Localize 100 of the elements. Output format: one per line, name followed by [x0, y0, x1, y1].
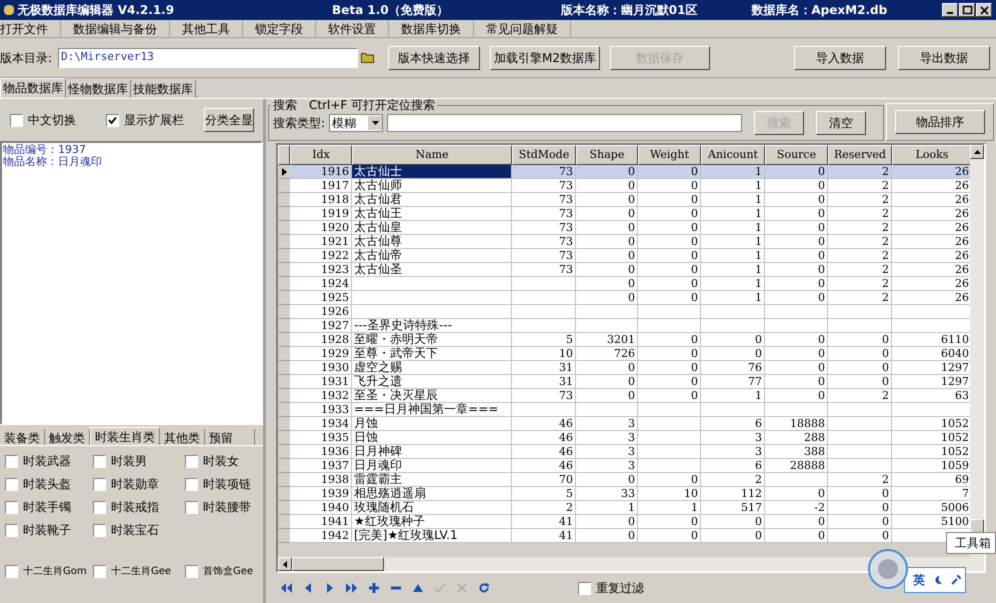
- menu-item[interactable]: 软件设置: [316, 20, 389, 38]
- column-header[interactable]: Shape: [576, 145, 638, 165]
- checkbox[interactable]: [93, 565, 106, 578]
- checkbox[interactable]: [10, 114, 23, 126]
- menu-item[interactable]: 数据库切换: [389, 20, 474, 38]
- window-title: 无极数据库编辑器 V4.2.1.9: [18, 2, 176, 19]
- table-row[interactable]: 1939 相思殇逍遥扇 5 33 10 112 0 0 7: [278, 487, 970, 501]
- tab[interactable]: 其他类: [160, 429, 205, 445]
- plus-icon[interactable]: [366, 580, 382, 596]
- checkbox[interactable]: [185, 478, 198, 490]
- checkbox-label: 时装男: [111, 453, 147, 470]
- tooltip: 工具箱: [946, 532, 996, 554]
- table-cell: 0: [576, 529, 638, 543]
- table-row[interactable]: 1923 太古仙圣 73 0 0 1 0 2 26: [278, 263, 970, 277]
- table-row[interactable]: 1917 太古仙师 73 0 0 1 0 2 26: [278, 179, 970, 193]
- checkbox-label: 时装女: [203, 453, 239, 470]
- close-icon[interactable]: [976, 3, 992, 17]
- table-row[interactable]: 1932 至圣・决灭星辰 73 0 0 1 0 2 63: [278, 389, 970, 403]
- table-row[interactable]: 1926: [278, 305, 970, 319]
- table-cell: 太古仙士: [352, 165, 512, 179]
- input-method-bar[interactable]: 英: [904, 567, 966, 593]
- checkbox[interactable]: [578, 582, 591, 594]
- checkbox-label: 首饰盒Gee: [203, 564, 254, 579]
- horizontal-scrollbar[interactable]: [278, 557, 984, 571]
- column-header[interactable]: Anicount: [701, 145, 765, 165]
- table-row[interactable]: 1921 太古仙尊 73 0 0 1 0 2 26: [278, 235, 970, 249]
- table-row[interactable]: 1934 月蚀 46 3 6 18888 1052: [278, 417, 970, 431]
- scroll-up-icon[interactable]: [970, 145, 984, 159]
- search-type-dropdown[interactable]: 模糊: [329, 114, 384, 132]
- button[interactable]: 导出数据: [898, 46, 990, 70]
- checkbox[interactable]: [93, 500, 106, 514]
- button[interactable]: 版本快速选择: [388, 46, 480, 70]
- checkbox[interactable]: [93, 478, 106, 490]
- tab[interactable]: 时装生肖类: [90, 427, 160, 445]
- checkbox[interactable]: [185, 500, 198, 514]
- table-row[interactable]: 1927 ---圣界史诗特殊---: [278, 319, 970, 333]
- table-row[interactable]: 1925 0 0 1 0 2 26: [278, 291, 970, 305]
- table-row[interactable]: 1922 太古仙帝 73 0 0 1 0 2 26: [278, 249, 970, 263]
- directory-field[interactable]: D:\Mirserver13: [58, 48, 358, 68]
- table-row[interactable]: 1938 雷霆霸主 70 0 0 2 2 69: [278, 473, 970, 487]
- table-row[interactable]: 1919 太古仙王 73 0 0 1 0 2 26: [278, 207, 970, 221]
- scroll-thumb[interactable]: [970, 519, 984, 533]
- checkbox[interactable]: [5, 524, 18, 536]
- menu-item[interactable]: 打开文件: [0, 20, 61, 38]
- button[interactable]: 清空: [816, 111, 866, 135]
- tab[interactable]: 装备类: [0, 429, 45, 445]
- scroll-thumb[interactable]: [292, 557, 384, 571]
- table-row[interactable]: 1930 虚空之赐 31 0 0 76 0 0 1297: [278, 361, 970, 375]
- checkbox[interactable]: [185, 565, 198, 578]
- checkbox-label: 时装靴子: [23, 522, 71, 539]
- tab[interactable]: 物品数据库: [0, 78, 66, 98]
- tab[interactable]: 怪物数据库: [66, 80, 131, 98]
- tab[interactable]: 技能数据库: [131, 80, 196, 98]
- menu-item[interactable]: 锁定字段: [243, 20, 316, 38]
- minimize-icon[interactable]: [942, 3, 958, 17]
- table-row[interactable]: 1940 玫瑰随机石 2 1 1 517 -2 0 5006: [278, 501, 970, 515]
- tab[interactable]: 触发类: [45, 429, 90, 445]
- table-row[interactable]: 1924 0 0 1 0 2 26: [278, 277, 970, 291]
- table-row[interactable]: 1935 日蚀 46 3 3 288 1052: [278, 431, 970, 445]
- maximize-icon[interactable]: [959, 3, 975, 17]
- column-header[interactable]: Name: [352, 145, 512, 165]
- moon-icon[interactable]: [933, 575, 943, 585]
- scroll-left-icon[interactable]: [278, 557, 292, 571]
- column-header[interactable]: Source: [765, 145, 828, 165]
- menu-item[interactable]: 数据编辑与备份: [61, 20, 170, 38]
- table-row[interactable]: 1929 至尊・武帝天下 10 726 0 0 0 0 6040: [278, 347, 970, 361]
- checkbox[interactable]: [5, 478, 18, 490]
- column-header[interactable]: Reserved: [828, 145, 892, 165]
- checkbox[interactable]: [5, 500, 18, 514]
- last-record-icon[interactable]: [344, 580, 360, 596]
- column-header[interactable]: StdMode: [512, 145, 576, 165]
- menu-item[interactable]: 常见问题解疑: [474, 20, 571, 38]
- search-field[interactable]: [387, 114, 742, 132]
- table-row[interactable]: 1920 太古仙皇 73 0 0 1 0 2 26: [278, 221, 970, 235]
- checkbox[interactable]: [5, 454, 18, 468]
- table-cell: 0: [828, 529, 892, 543]
- input-mode[interactable]: 英: [913, 571, 925, 589]
- tab[interactable]: 预留: [205, 429, 255, 445]
- table-row[interactable]: 1931 飞升之遗 31 0 0 77 0 0 1297: [278, 375, 970, 389]
- checkbox[interactable]: [93, 454, 106, 468]
- table-row[interactable]: 1937 日月魂印 46 3 6 28888 1059: [278, 459, 970, 473]
- button[interactable]: 分类全显: [204, 108, 254, 132]
- column-header[interactable]: Idx: [290, 145, 352, 165]
- table-row[interactable]: 1933 ===日月神国第一章===: [278, 403, 970, 417]
- table-row[interactable]: 1918 太古仙君 73 0 0 1 0 2 26: [278, 193, 970, 207]
- table-row[interactable]: 1936 日月神碑 46 3 3 388 1052: [278, 445, 970, 459]
- checkbox[interactable]: [93, 524, 106, 536]
- button[interactable]: 物品排序: [895, 110, 985, 134]
- button[interactable]: 导入数据: [794, 46, 886, 70]
- wrench-icon[interactable]: [951, 575, 961, 585]
- button[interactable]: 加载引擎M2数据库: [490, 46, 600, 70]
- table-row[interactable]: 1928 至曜・赤明天帝 5 3201 0 0 0 0 6110: [278, 333, 970, 347]
- table-row[interactable]: 1916 太古仙士 73 0 0 1 0 2 26: [278, 165, 970, 179]
- checkbox[interactable]: [5, 565, 18, 578]
- column-header[interactable]: Looks: [892, 145, 970, 165]
- menu-item[interactable]: 其他工具: [170, 20, 243, 38]
- checkbox[interactable]: [106, 114, 119, 126]
- checkbox[interactable]: [185, 454, 198, 468]
- column-header[interactable]: Weight: [638, 145, 701, 165]
- table-row[interactable]: 1941 ★红玫瑰种子 41 0 0 0 0 0 5100: [278, 515, 970, 529]
